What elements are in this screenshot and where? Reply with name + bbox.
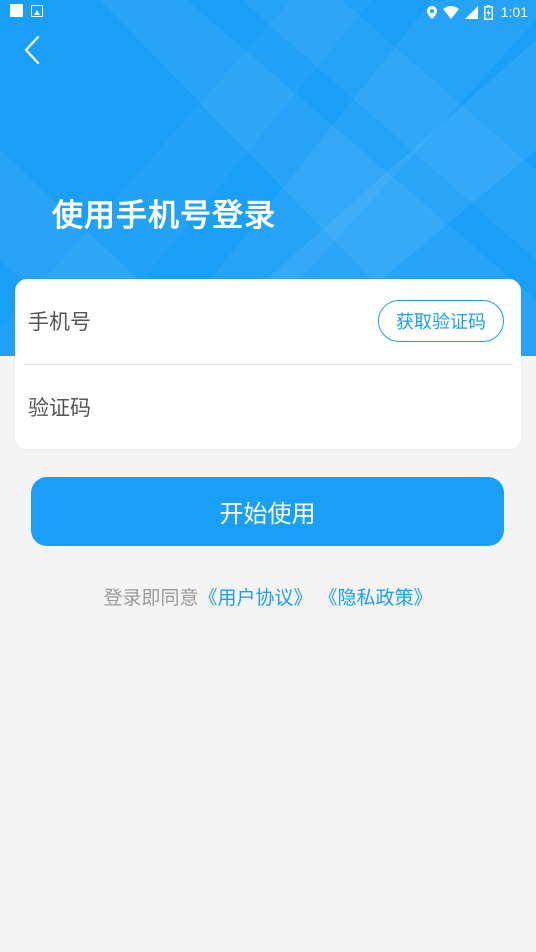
back-button[interactable] <box>16 32 50 68</box>
verification-code-input[interactable] <box>28 365 368 450</box>
user-agreement-link[interactable]: 《用户协议》 <box>198 587 312 609</box>
notification-image-icon <box>31 4 43 17</box>
phone-row: 获取验证码 <box>15 279 521 364</box>
code-row <box>15 365 521 450</box>
agreement-prefix: 登录即同意 <box>103 587 199 609</box>
wifi-icon <box>442 5 459 19</box>
status-bar: 1:01 <box>0 0 536 24</box>
phone-number-input[interactable] <box>28 279 368 364</box>
get-verification-code-button[interactable]: 获取验证码 <box>378 300 504 342</box>
cell-signal-icon <box>464 5 478 19</box>
status-notifications <box>10 4 43 17</box>
start-button[interactable]: 开始使用 <box>31 477 504 546</box>
privacy-policy-link[interactable]: 《隐私政策》 <box>319 587 433 609</box>
login-form-card: 获取验证码 <box>15 279 521 450</box>
status-time: 1:01 <box>500 4 528 20</box>
chevron-left-icon <box>24 35 40 65</box>
agreement-text: 登录即同意《用户协议》 《隐私政策》 <box>0 583 536 610</box>
page-title: 使用手机号登录 <box>52 198 276 234</box>
notification-square-icon <box>10 4 23 17</box>
status-indicators: 1:01 <box>426 3 528 21</box>
battery-icon <box>483 4 493 20</box>
location-icon <box>426 5 437 19</box>
